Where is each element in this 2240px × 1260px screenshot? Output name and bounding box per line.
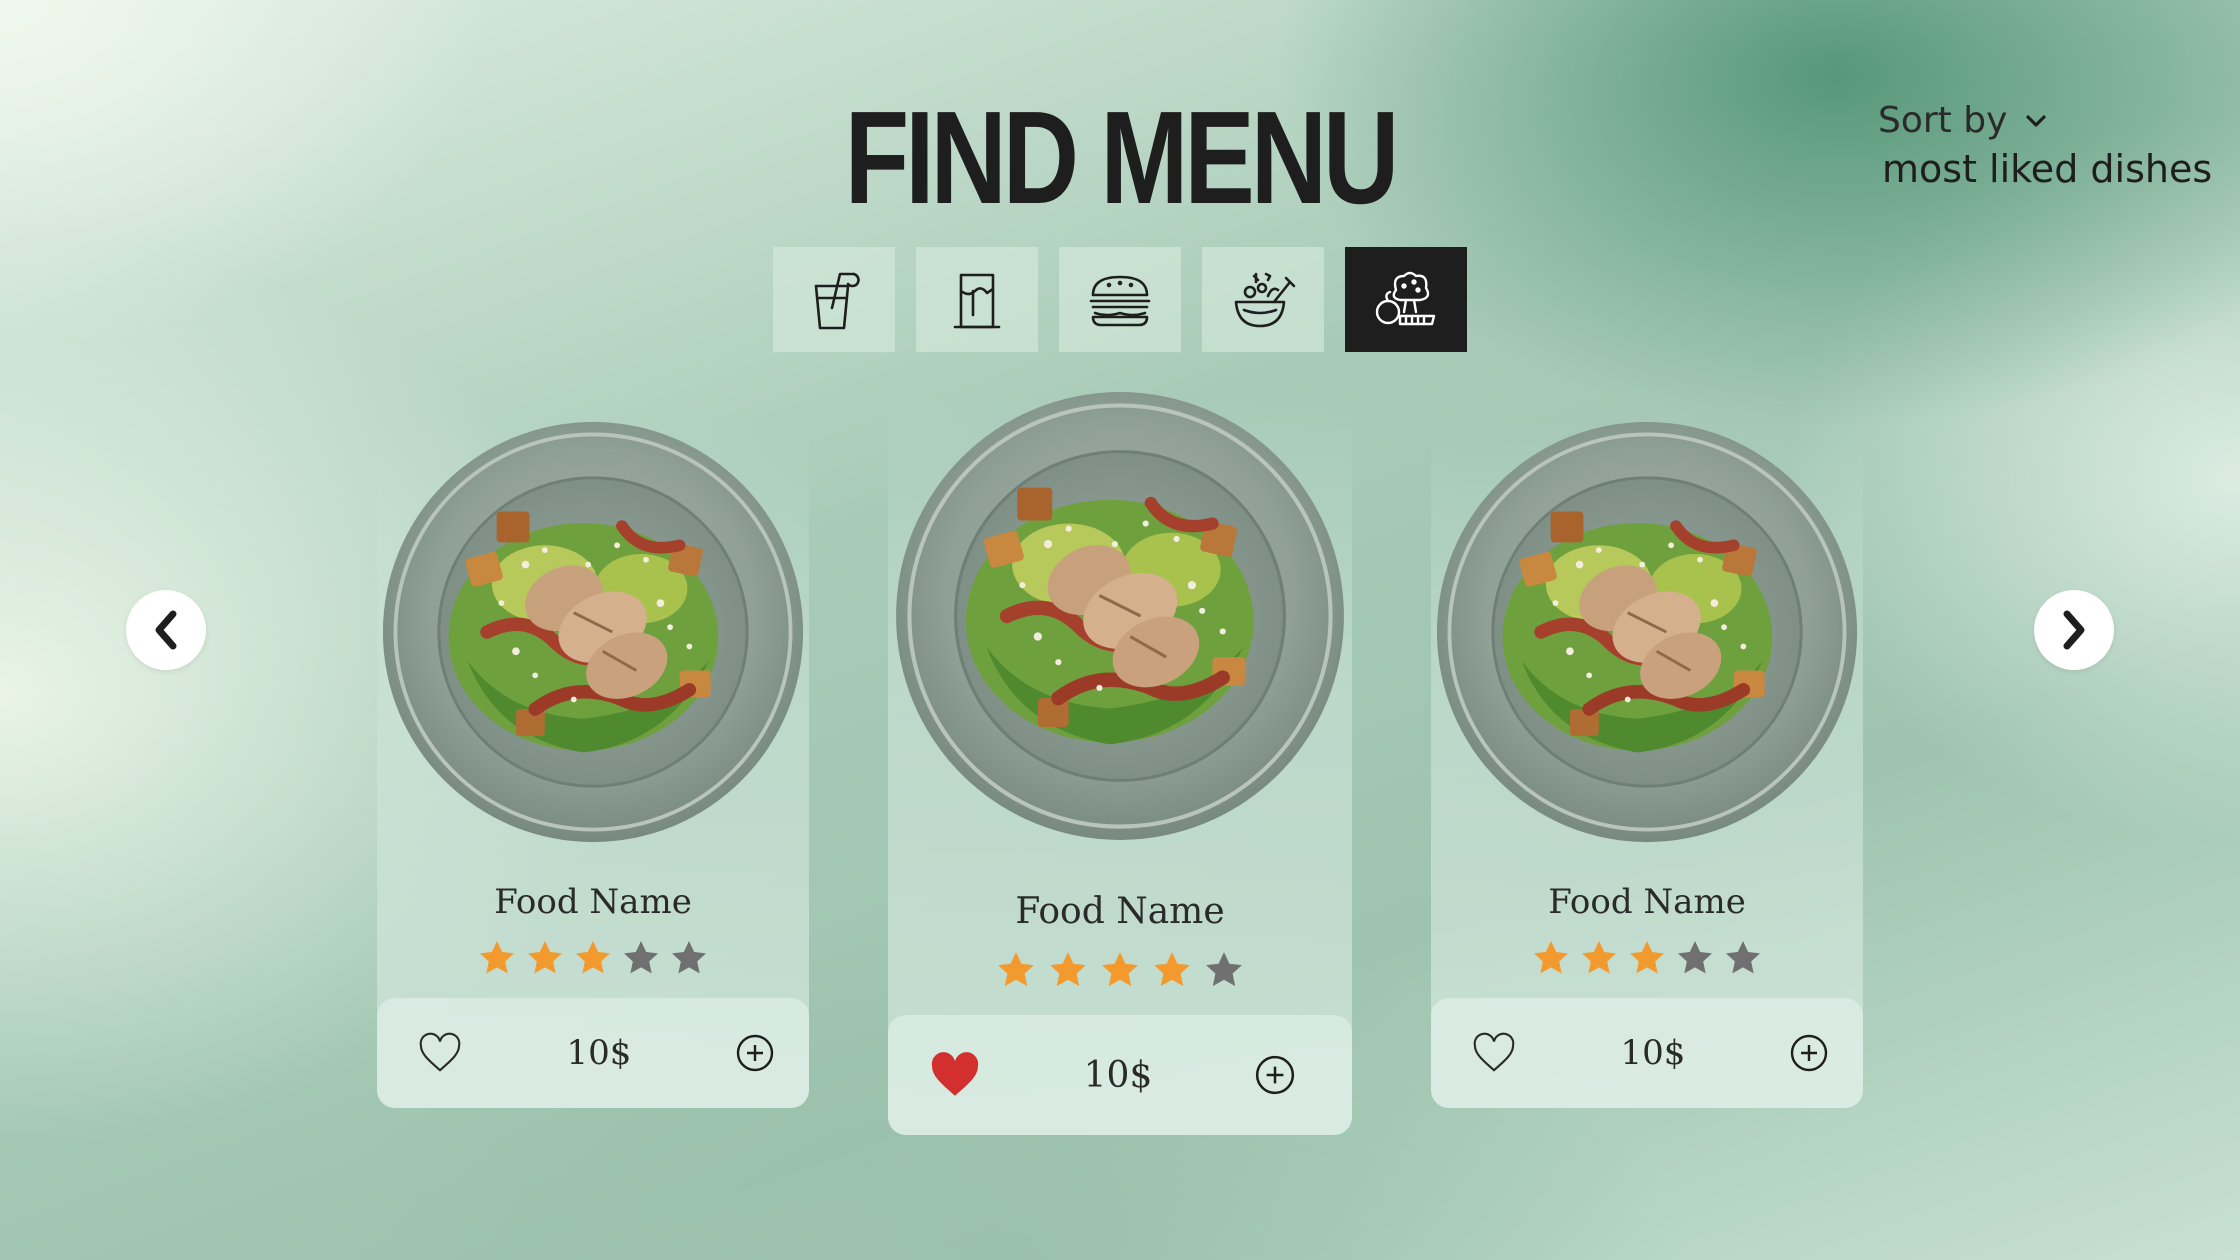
next-arrow-button[interactable] (2034, 590, 2114, 670)
category-tabs (773, 247, 1467, 352)
category-drinks[interactable] (773, 247, 895, 352)
star-filled-icon (1531, 938, 1571, 978)
food-image (1435, 420, 1859, 844)
card-footer: 10$ (1431, 998, 1863, 1108)
star-filled-icon (573, 938, 613, 978)
like-button[interactable] (417, 1032, 463, 1074)
star-filled-icon (1579, 938, 1619, 978)
card-footer: 10$ (888, 1015, 1352, 1135)
star-filled-icon (995, 949, 1037, 991)
star-empty-icon (1203, 949, 1245, 991)
sort-by-label: Sort by (1878, 100, 2008, 141)
add-to-cart-button[interactable] (1254, 1054, 1296, 1096)
category-vegetables[interactable] (1345, 247, 1467, 352)
milkshake-glass-icon (953, 273, 1001, 328)
price: 10$ (566, 1033, 632, 1073)
star-rating (1431, 938, 1863, 978)
food-name: Food Name (494, 882, 692, 922)
food-image (381, 420, 805, 844)
category-burgers[interactable] (1059, 247, 1181, 352)
food-name: Food Name (1015, 891, 1225, 932)
price: 10$ (1083, 1054, 1153, 1096)
chevron-left-icon (155, 610, 177, 650)
burger-icon (1089, 275, 1151, 326)
category-shakes[interactable] (916, 247, 1038, 352)
food-card-featured[interactable]: Food Name 10$ (888, 395, 1352, 1135)
heart-filled-icon (931, 1052, 979, 1096)
heart-outline-icon (1473, 1032, 1515, 1072)
add-to-cart-button[interactable] (735, 1033, 775, 1073)
food-card[interactable]: Food Name 10$ (1431, 420, 1863, 1108)
category-salads[interactable] (1202, 247, 1324, 352)
star-rating (888, 949, 1352, 991)
star-empty-icon (1723, 938, 1763, 978)
star-filled-icon (1047, 949, 1089, 991)
page-title: FIND MENU (844, 84, 1400, 231)
food-image (894, 390, 1346, 842)
price: 10$ (1620, 1033, 1686, 1073)
like-button[interactable] (928, 1051, 982, 1099)
previous-arrow-button[interactable] (126, 590, 206, 670)
star-filled-icon (1627, 938, 1667, 978)
add-to-cart-button[interactable] (1789, 1033, 1829, 1073)
star-empty-icon (621, 938, 661, 978)
star-filled-icon (477, 938, 517, 978)
sort-by-dropdown[interactable]: Sort by (1878, 100, 2218, 141)
star-filled-icon (1151, 949, 1193, 991)
star-empty-icon (1675, 938, 1715, 978)
chevron-right-icon (2063, 610, 2085, 650)
plus-circle-icon (1790, 1034, 1828, 1072)
star-empty-icon (669, 938, 709, 978)
sort-value[interactable]: most liked dishes (1882, 147, 2218, 191)
salad-bowl-icon (1234, 272, 1296, 327)
sort-control[interactable]: Sort by most liked dishes (1878, 100, 2218, 191)
star-filled-icon (525, 938, 565, 978)
heart-outline-icon (419, 1032, 461, 1072)
food-name: Food Name (1548, 882, 1746, 922)
star-rating (377, 938, 809, 978)
plus-circle-icon (736, 1034, 774, 1072)
card-footer: 10$ (377, 998, 809, 1108)
plus-circle-icon (1255, 1055, 1295, 1095)
chevron-down-icon (2026, 114, 2047, 127)
star-filled-icon (1099, 949, 1141, 991)
like-button[interactable] (1471, 1032, 1517, 1074)
food-card[interactable]: Food Name 10$ (377, 420, 809, 1108)
vegetables-icon (1375, 271, 1436, 325)
drink-glass-icon (814, 272, 860, 329)
